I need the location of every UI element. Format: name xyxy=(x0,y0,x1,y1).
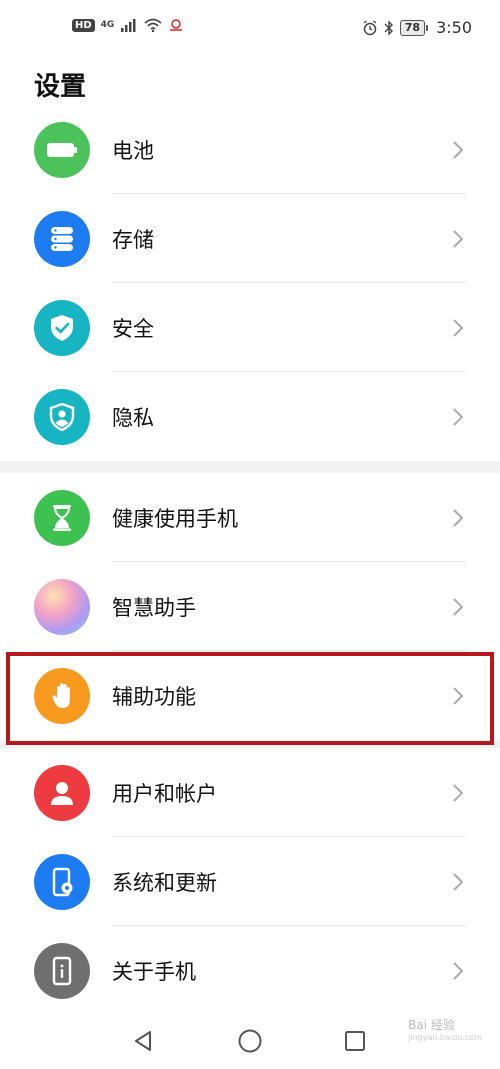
section-separator xyxy=(0,740,500,748)
battery-level: 78 xyxy=(399,19,426,36)
settings-item-system-updates[interactable]: 系统和更新 xyxy=(0,837,500,926)
settings-item-label: 用户和帐户 xyxy=(112,781,217,806)
privacy-shield-icon xyxy=(34,388,90,445)
settings-item-label: 隐私 xyxy=(112,405,154,430)
assistant-orb-icon xyxy=(34,578,90,635)
chevron-right-icon xyxy=(453,508,464,527)
chevron-right-icon xyxy=(453,783,464,802)
battery-icon xyxy=(34,121,90,178)
settings-item-label: 关于手机 xyxy=(112,959,196,984)
bluetooth-icon xyxy=(384,19,393,36)
settings-item-storage[interactable]: 存储 xyxy=(0,194,500,283)
settings-item-security[interactable]: 安全 xyxy=(0,283,500,372)
watermark-subtext: jingyan.baidu.com xyxy=(408,1033,482,1042)
chevron-right-icon xyxy=(453,140,464,159)
settings-item-accessibility[interactable]: 辅助功能 xyxy=(0,651,500,740)
settings-item-users-accounts[interactable]: 用户和帐户 xyxy=(0,748,500,837)
settings-item-label: 安全 xyxy=(112,316,154,341)
wifi-icon xyxy=(144,18,162,32)
recents-icon[interactable] xyxy=(340,1026,370,1056)
watermark: Bai 经验 jingyan.baidu.com xyxy=(408,1016,482,1042)
settings-item-label: 智慧助手 xyxy=(112,595,196,620)
settings-item-smart-assistant[interactable]: 智慧助手 xyxy=(0,562,500,651)
phone-info-icon xyxy=(34,942,90,999)
chevron-right-icon xyxy=(453,318,464,337)
settings-item-battery[interactable]: 电池 xyxy=(0,105,500,194)
shield-check-icon xyxy=(34,299,90,356)
phone-settings-icon xyxy=(34,853,90,910)
signal-icon xyxy=(121,19,136,32)
settings-item-label: 系统和更新 xyxy=(112,870,217,895)
user-icon xyxy=(34,764,90,821)
status-right: 78 3:50 xyxy=(362,18,472,37)
hand-icon xyxy=(34,667,90,724)
chevron-right-icon xyxy=(453,407,464,426)
status-bar: HD 4G 78 3:50 xyxy=(0,0,500,60)
chevron-right-icon xyxy=(453,872,464,891)
settings-item-digital-balance[interactable]: 健康使用手机 xyxy=(0,473,500,562)
settings-item-label: 健康使用手机 xyxy=(112,506,238,531)
back-icon[interactable] xyxy=(128,1026,158,1056)
page-title: 设置 xyxy=(34,72,87,102)
settings-item-label: 辅助功能 xyxy=(112,684,196,709)
network-type: 4G xyxy=(100,20,115,30)
alarm-icon xyxy=(363,19,377,35)
status-left: HD 4G xyxy=(72,18,184,32)
settings-item-label: 存储 xyxy=(112,227,154,252)
storage-icon xyxy=(34,210,90,267)
clock: 3:50 xyxy=(436,18,472,37)
watermark-text: Bai 经验 xyxy=(408,1018,455,1032)
battery-icon: 78 xyxy=(399,19,429,36)
settings-item-about-phone[interactable]: 关于手机 xyxy=(0,926,500,1015)
chevron-right-icon xyxy=(453,229,464,248)
chevron-right-icon xyxy=(453,961,464,980)
settings-item-label: 电池 xyxy=(112,138,154,163)
chevron-right-icon xyxy=(453,686,464,705)
section-separator xyxy=(0,461,500,473)
hourglass-icon xyxy=(34,489,90,546)
chevron-right-icon xyxy=(453,597,464,616)
home-icon[interactable] xyxy=(235,1026,265,1056)
settings-item-privacy[interactable]: 隐私 xyxy=(0,372,500,461)
hd-icon: HD xyxy=(72,18,95,32)
carrier-icon xyxy=(170,19,183,31)
